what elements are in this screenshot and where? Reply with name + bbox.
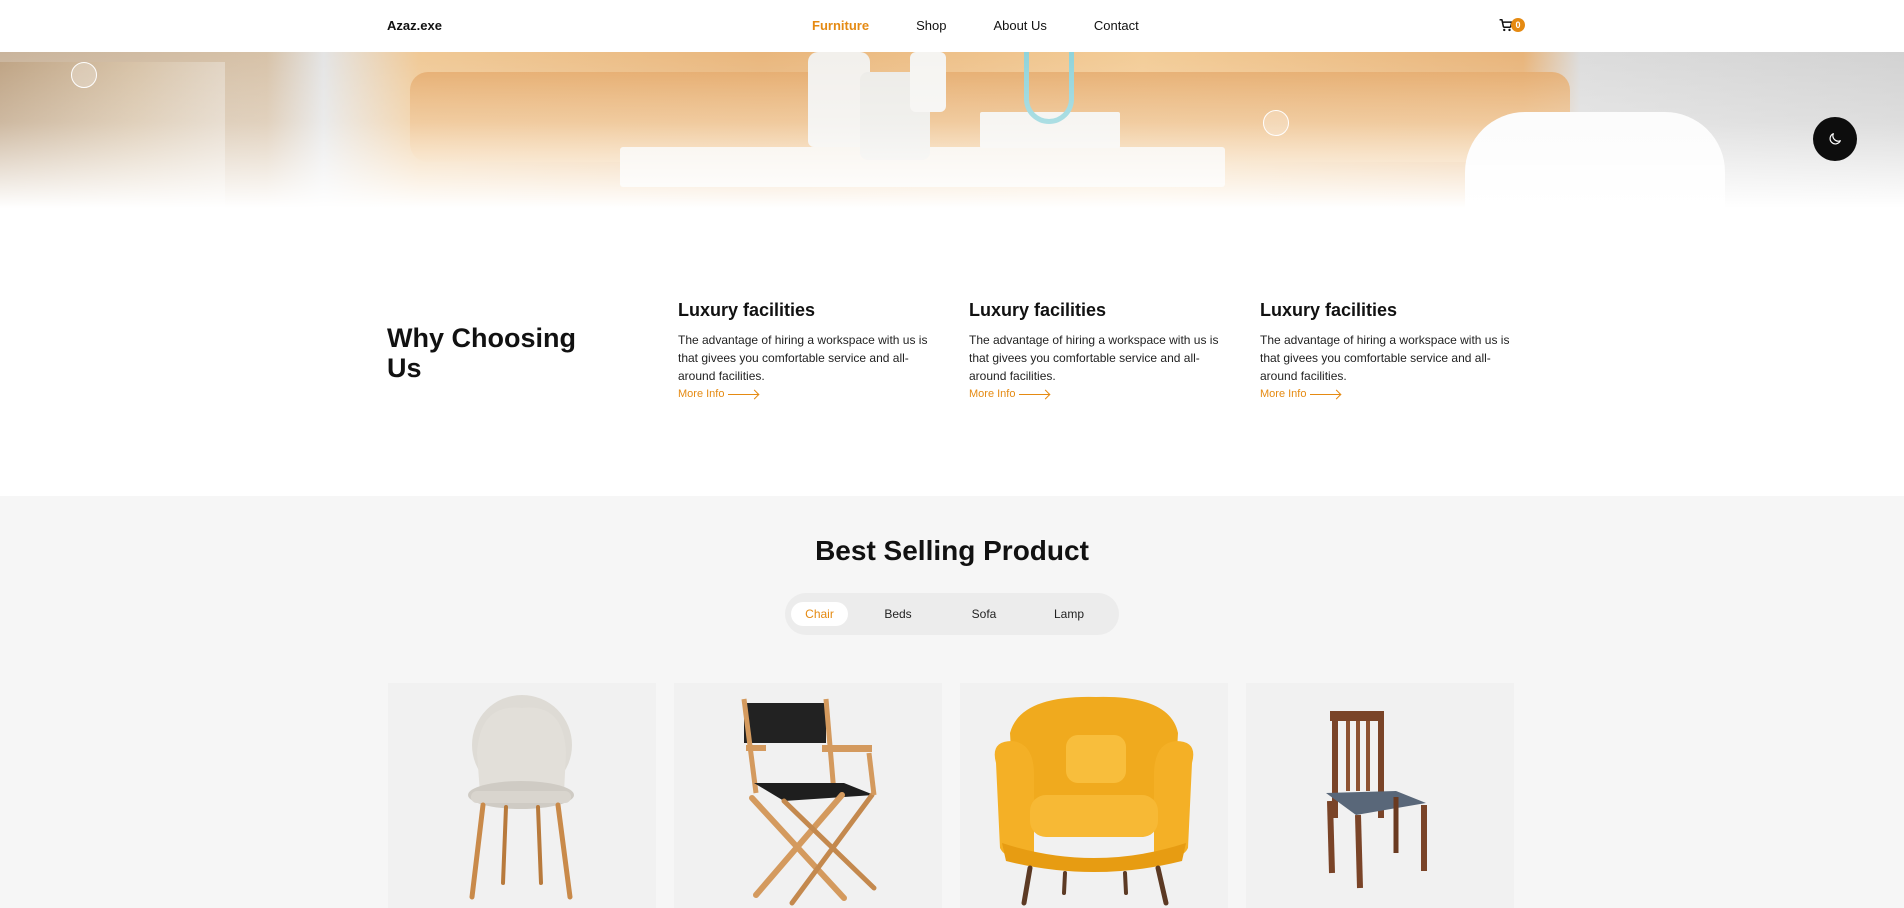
- nav-item-shop[interactable]: Shop: [916, 18, 946, 33]
- arrow-right-icon: [728, 393, 759, 395]
- more-info-link[interactable]: More Info: [969, 388, 1224, 400]
- hero-hotspot-dot[interactable]: [1263, 110, 1289, 136]
- brand-logo[interactable]: Azaz.exe: [387, 18, 442, 33]
- nav-item-furniture[interactable]: Furniture: [812, 18, 869, 33]
- hero-hotspot-dot[interactable]: [71, 62, 97, 88]
- product-card[interactable]: [674, 683, 942, 908]
- category-tabs: Chair Beds Sofa Lamp: [785, 593, 1119, 635]
- cart-count-badge: 0: [1511, 18, 1525, 32]
- hero-fade-overlay: [0, 52, 1904, 208]
- tab-beds[interactable]: Beds: [873, 602, 923, 626]
- tab-chair[interactable]: Chair: [791, 602, 848, 626]
- arrow-right-icon: [1019, 393, 1050, 395]
- arrow-right-icon: [1310, 393, 1341, 395]
- moon-icon: [1829, 133, 1841, 145]
- feature-title: Luxury facilities: [678, 300, 816, 320]
- cart-button[interactable]: 0: [1499, 17, 1527, 37]
- why-choosing-us-section: Why Choosing Us Luxury facilities The ad…: [0, 208, 1904, 496]
- more-info-label: More Info: [969, 388, 1016, 400]
- feature-title: Luxury facilities: [1260, 300, 1398, 320]
- more-info-label: More Info: [1260, 388, 1307, 400]
- main-menu: Furniture Shop About Us Contact: [812, 18, 1186, 33]
- feature-card: Luxury facilities The advantage of hirin…: [969, 300, 1224, 400]
- tab-lamp[interactable]: Lamp: [1041, 602, 1097, 626]
- feature-text: The advantage of hiring a workspace with…: [1260, 333, 1510, 383]
- tab-sofa[interactable]: Sofa: [959, 602, 1009, 626]
- product-card[interactable]: [960, 683, 1228, 908]
- section-title: Why Choosing Us: [387, 323, 576, 383]
- more-info-link[interactable]: More Info: [678, 388, 933, 400]
- feature-title: Luxury facilities: [969, 300, 1107, 320]
- more-info-label: More Info: [678, 388, 725, 400]
- product-card[interactable]: [1246, 683, 1514, 908]
- directors-chair-image: [741, 698, 877, 906]
- yellow-leather-armchair-image: [994, 696, 1194, 906]
- nav-item-about-us[interactable]: About Us: [993, 18, 1046, 33]
- feature-text: The advantage of hiring a workspace with…: [678, 333, 928, 383]
- white-upholstered-chair-image: [468, 695, 574, 900]
- more-info-link[interactable]: More Info: [1260, 388, 1515, 400]
- wooden-dining-chair-image: [1326, 711, 1427, 889]
- nav-item-contact[interactable]: Contact: [1094, 18, 1139, 33]
- feature-card: Luxury facilities The advantage of hirin…: [1260, 300, 1515, 400]
- product-card[interactable]: [388, 683, 656, 908]
- feature-text: The advantage of hiring a workspace with…: [969, 333, 1219, 383]
- best-selling-title: Best Selling Product: [815, 535, 1089, 566]
- hero-banner: [0, 52, 1904, 208]
- top-navbar: Azaz.exe Furniture Shop About Us Contact…: [0, 0, 1904, 52]
- dark-mode-toggle[interactable]: [1813, 117, 1857, 161]
- feature-card: Luxury facilities The advantage of hirin…: [678, 300, 933, 400]
